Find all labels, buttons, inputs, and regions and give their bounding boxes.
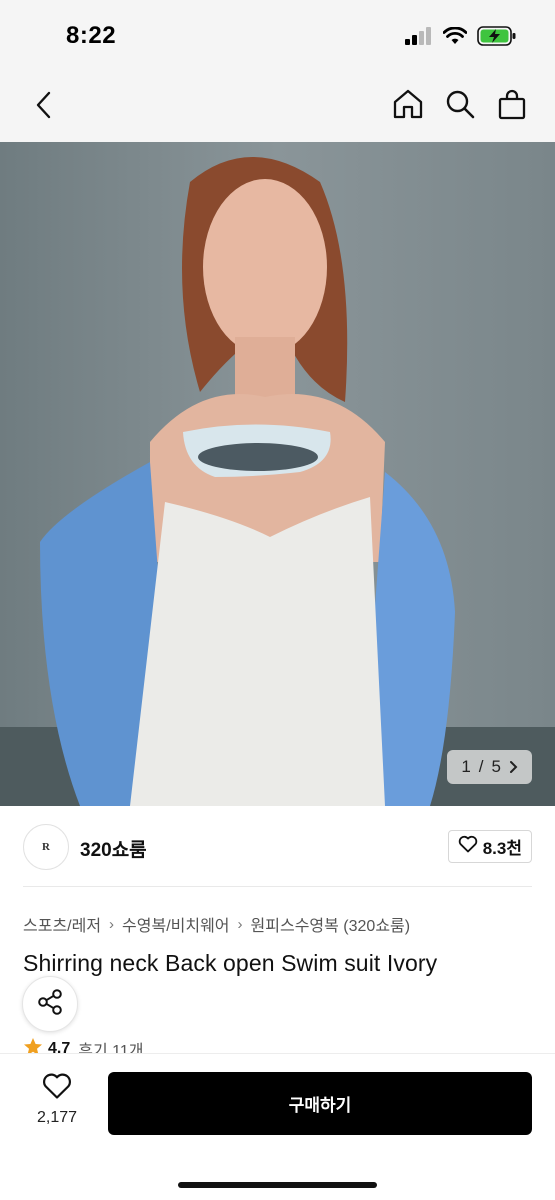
- brand-row[interactable]: R 320쇼룸 8.3천: [0, 806, 555, 886]
- brand-logo[interactable]: R: [23, 824, 69, 870]
- status-time: 8:22: [66, 22, 117, 49]
- wifi-icon: [442, 26, 468, 50]
- buy-button[interactable]: 구매하기: [108, 1072, 532, 1135]
- home-icon[interactable]: [391, 86, 425, 122]
- nav-bar: [0, 70, 555, 142]
- product-image[interactable]: 1 / 5: [0, 142, 555, 806]
- bottom-bar: 2,177 구매하기: [0, 1053, 555, 1200]
- wishlist-button[interactable]: 2,177: [20, 1072, 94, 1127]
- search-icon[interactable]: [443, 86, 477, 122]
- shopping-bag-icon[interactable]: [495, 86, 529, 122]
- nav-actions: [391, 86, 529, 122]
- breadcrumb: 스포츠/레저 › 수영복/비치웨어 › 원피스수영복 (320쇼룸): [23, 912, 410, 936]
- brand-name[interactable]: 320쇼룸: [80, 835, 147, 862]
- share-button[interactable]: [22, 976, 78, 1032]
- wishlist-count: 2,177: [36, 1109, 78, 1126]
- pager-current: 1: [461, 757, 471, 776]
- product-title: Shirring neck Back open Swim suit Ivory: [23, 950, 438, 976]
- battery-charging-icon: [477, 26, 517, 51]
- pager-total: 5: [491, 757, 501, 776]
- brand-like-button[interactable]: 8.3천: [447, 830, 532, 863]
- chevron-right-icon: [509, 760, 518, 774]
- pager-separator: /: [478, 757, 484, 776]
- product-photo: [0, 142, 555, 806]
- home-indicator[interactable]: [178, 1182, 377, 1188]
- chevron-right-icon: ›: [237, 915, 243, 933]
- signal-icon: [405, 27, 433, 50]
- heart-icon: [42, 1072, 72, 1105]
- breadcrumb-item[interactable]: 원피스수영복 (320쇼룸): [251, 912, 411, 936]
- image-pager[interactable]: 1 / 5: [447, 750, 532, 784]
- breadcrumb-item[interactable]: 수영복/비치웨어: [122, 912, 230, 936]
- chevron-right-icon: ›: [109, 915, 115, 933]
- back-icon[interactable]: [28, 88, 58, 122]
- heart-icon: [458, 835, 478, 858]
- brand-logo-text: R: [42, 841, 50, 853]
- divider: [23, 886, 532, 887]
- status-bar: 8:22: [0, 0, 555, 70]
- breadcrumb-item[interactable]: 스포츠/레저: [23, 912, 101, 936]
- brand-like-count: 8.3천: [482, 839, 522, 858]
- status-icons: [405, 26, 517, 51]
- share-icon: [36, 988, 64, 1021]
